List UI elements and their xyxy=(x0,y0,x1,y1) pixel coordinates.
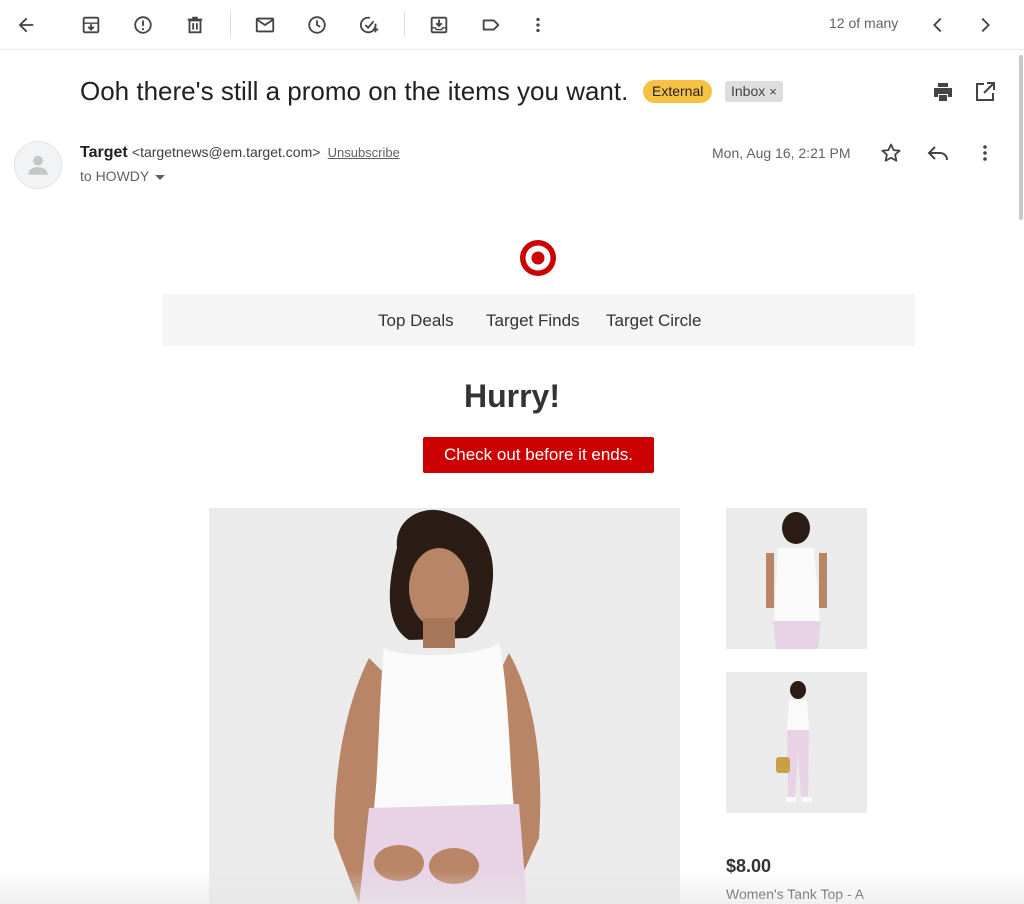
snooze-icon[interactable] xyxy=(297,5,337,45)
product-price: $8.00 xyxy=(726,856,772,876)
avatar xyxy=(14,141,62,189)
more-vert-icon[interactable] xyxy=(973,141,997,165)
back-arrow-icon[interactable] xyxy=(6,5,46,45)
unsubscribe-link[interactable]: Unsubscribe xyxy=(328,145,400,160)
promo-headline: Hurry! xyxy=(463,378,560,414)
chevron-right-icon[interactable] xyxy=(965,5,1005,45)
nav-link-target-circle[interactable]: Target Circle xyxy=(606,311,701,331)
checkout-button[interactable]: Check out before it ends. xyxy=(423,437,654,473)
more-vert-icon[interactable] xyxy=(518,5,558,45)
remove-label-icon[interactable]: × xyxy=(769,84,777,99)
sender-line: Target <targetnews@em.target.com> Unsubs… xyxy=(80,144,400,162)
open-in-new-window-icon[interactable] xyxy=(973,80,997,104)
move-to-icon[interactable] xyxy=(419,5,459,45)
star-icon[interactable] xyxy=(879,141,903,165)
chevron-left-icon[interactable] xyxy=(918,5,958,45)
label-icon[interactable] xyxy=(471,5,511,45)
reply-icon[interactable] xyxy=(926,141,950,165)
sender-name: Target xyxy=(80,144,128,161)
product-thumbnail-back[interactable] xyxy=(726,508,867,649)
target-logo[interactable] xyxy=(519,239,557,277)
toolbar-divider xyxy=(404,12,405,36)
product-photo-main[interactable] xyxy=(209,508,680,904)
person-icon xyxy=(28,155,48,175)
delete-icon[interactable] xyxy=(175,5,215,45)
recipient-details[interactable]: to HOWDY xyxy=(80,168,166,184)
nav-link-top-deals[interactable]: Top Deals xyxy=(378,311,454,331)
email-date: Mon, Aug 16, 2:21 PM xyxy=(712,145,851,161)
email-subject: Ooh there's still a promo on the items y… xyxy=(80,76,629,106)
pager-count: 12 of many xyxy=(829,15,899,31)
print-icon[interactable] xyxy=(931,80,955,104)
external-label: External xyxy=(643,80,713,103)
add-task-icon[interactable] xyxy=(349,5,389,45)
archive-icon[interactable] xyxy=(71,5,111,45)
scrollbar[interactable] xyxy=(1019,55,1023,220)
nav-link-target-finds[interactable]: Target Finds xyxy=(486,311,580,331)
inbox-label-text: Inbox xyxy=(731,83,766,99)
inbox-label: Inbox × xyxy=(725,81,783,102)
product-thumbnail-full[interactable] xyxy=(726,672,867,813)
email-toolbar: 12 of many xyxy=(0,0,1024,50)
recipient-text: to HOWDY xyxy=(80,168,150,184)
promo-nav-bar: Top Deals Target Finds Target Circle xyxy=(162,294,915,346)
mark-unread-icon[interactable] xyxy=(245,5,285,45)
toolbar-divider xyxy=(230,12,231,36)
product-name[interactable]: Women's Tank Top - A xyxy=(726,886,864,902)
sender-email: <targetnews@em.target.com> xyxy=(131,144,321,160)
report-spam-icon[interactable] xyxy=(123,5,163,45)
chevron-down-icon[interactable] xyxy=(155,174,166,180)
